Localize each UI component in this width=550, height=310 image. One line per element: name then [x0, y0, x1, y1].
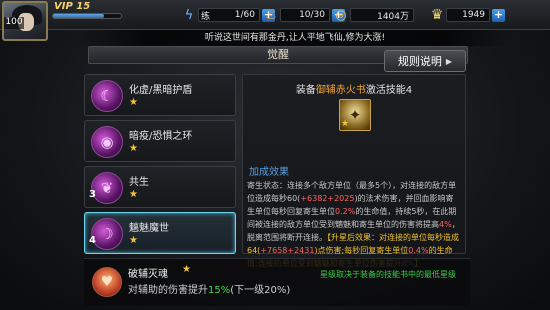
bonus-text-segment: )点伤害;每秒回复寄生单位 [314, 246, 409, 255]
scrolling-notice: 听说这世间有那金丹,让人平地飞仙,修为大涨! [80, 30, 510, 46]
xp-bar [52, 13, 122, 19]
ingot-icon: ♛ [430, 7, 444, 23]
vip-badge: VIP 15 [54, 1, 91, 12]
skill-number: 3 [89, 189, 96, 200]
detail-title-prefix: 装备 [295, 85, 316, 96]
bonus-text-segment: 0.2% [335, 207, 356, 216]
xp-bar-fill [53, 14, 104, 18]
flame-icon: ♨ [265, 7, 277, 23]
skill-number: 4 [89, 235, 96, 246]
stamina-box: 练 1/60 [198, 8, 260, 22]
bonus-desc-value: 15% [208, 285, 231, 296]
skill-name: 暗疫/恐惧之环 [129, 131, 193, 142]
lightning-icon: ϟ [184, 7, 194, 23]
bonus-text-segment: +7658+2431 [260, 246, 315, 255]
stamina-value: 1/60 [234, 10, 255, 20]
skill-item-1[interactable]: ☾ 化虚/黑暗护盾 ★ [84, 74, 236, 116]
skill-stars: ★ [129, 143, 138, 154]
fear-ring-icon: ◉ [91, 126, 123, 158]
detail-title: 装备御辅赤火书激活技能4 [243, 81, 465, 96]
skill-glyph: ☾ [100, 87, 114, 105]
rules-button[interactable]: 规则说明 ▶ [384, 50, 466, 72]
skill-name: 化虚/黑暗护盾 [129, 85, 193, 96]
skill-glyph: ❦ [100, 179, 114, 197]
coins-resource: ◎ 1404万 [332, 6, 414, 24]
skill-name: 共生 [129, 177, 149, 188]
skill-name: 魑魅魔世 [129, 223, 169, 234]
coin-icon: ◎ [335, 7, 347, 23]
play-arrow-icon: ▶ [445, 56, 453, 66]
bonus-desc-prefix: 对辅助的伤害提升 [128, 285, 208, 296]
bonus-stars: ★ [182, 264, 191, 275]
rules-button-label: 规则说明 [397, 55, 442, 68]
skill-list: ☾ 化虚/黑暗护盾 ★ ◉ 暗疫/恐惧之环 ★ ❦ 3 共生 ★ ☽ 4 魑魅魔… [84, 74, 238, 254]
book-star: ★ [341, 119, 350, 129]
ingots-resource: ♛ 1949 + [428, 6, 505, 24]
stamina-resource: ϟ 练 1/60 + [180, 6, 275, 24]
ingots-value: 1949 [446, 8, 490, 22]
bonus-effect-heading: 加成效果 [249, 167, 289, 178]
bonus-description: 对辅助的伤害提升15%(下一级20%) [128, 281, 290, 296]
bonus-text-segment: +6382+2025 [300, 194, 355, 203]
awakening-screen: 100 VIP 15 ϟ 练 1/60 + ♨ 10/30 + ◎ 1404万 … [0, 0, 550, 310]
skill-item-4[interactable]: ☽ 4 魑魅魔世 ★ [84, 212, 236, 254]
skill-item-2[interactable]: ◉ 暗疫/恐惧之环 ★ [84, 120, 236, 162]
bonus-effect-text: 寄生状态：连接多个敌方单位（最多5个），对连接的敌方单位造成每秒60(+6382… [247, 179, 461, 270]
bonus-text-segment: 4% [439, 220, 452, 229]
star-level-note: 星级取决于装备的技能书中的最低星级 [320, 270, 456, 279]
stamina-prefix: 练 [201, 11, 211, 22]
skill-glyph: ☽ [100, 225, 114, 243]
bonus-text-segment: 0.4% [408, 246, 429, 255]
detail-title-suffix: 激活技能4 [365, 85, 413, 96]
book-name: 御辅赤火书 [315, 85, 366, 96]
shield-dark-icon: ☾ [91, 80, 123, 112]
bottom-bonus-bar: ♥ 破辅灭魂 ★ 对辅助的伤害提升15%(下一级20%) 星级取决于装备的技能书… [84, 258, 470, 306]
skill-item-3[interactable]: ❦ 3 共生 ★ [84, 166, 236, 208]
player-avatar[interactable]: 100 [2, 1, 48, 41]
skill-glyph: ◉ [100, 133, 114, 151]
player-level: 100 [4, 17, 24, 29]
add-ingots-button[interactable]: + [492, 8, 505, 22]
coins-value: 1404万 [350, 8, 414, 22]
skill-detail-panel: 装备御辅赤火书激活技能4 ✦ ★ 加成效果 寄生状态：连接多个敌方单位（最多5个… [242, 74, 466, 268]
bonus-name: 破辅灭魂 [128, 269, 168, 280]
energy-value: 10/30 [280, 8, 330, 22]
skill-stars: ★ [129, 235, 138, 246]
bonus-desc-suffix: (下一级20%) [230, 285, 291, 296]
skill-stars: ★ [129, 97, 138, 108]
heart-fire-icon: ♥ [92, 267, 122, 297]
skill-stars: ★ [129, 189, 138, 200]
